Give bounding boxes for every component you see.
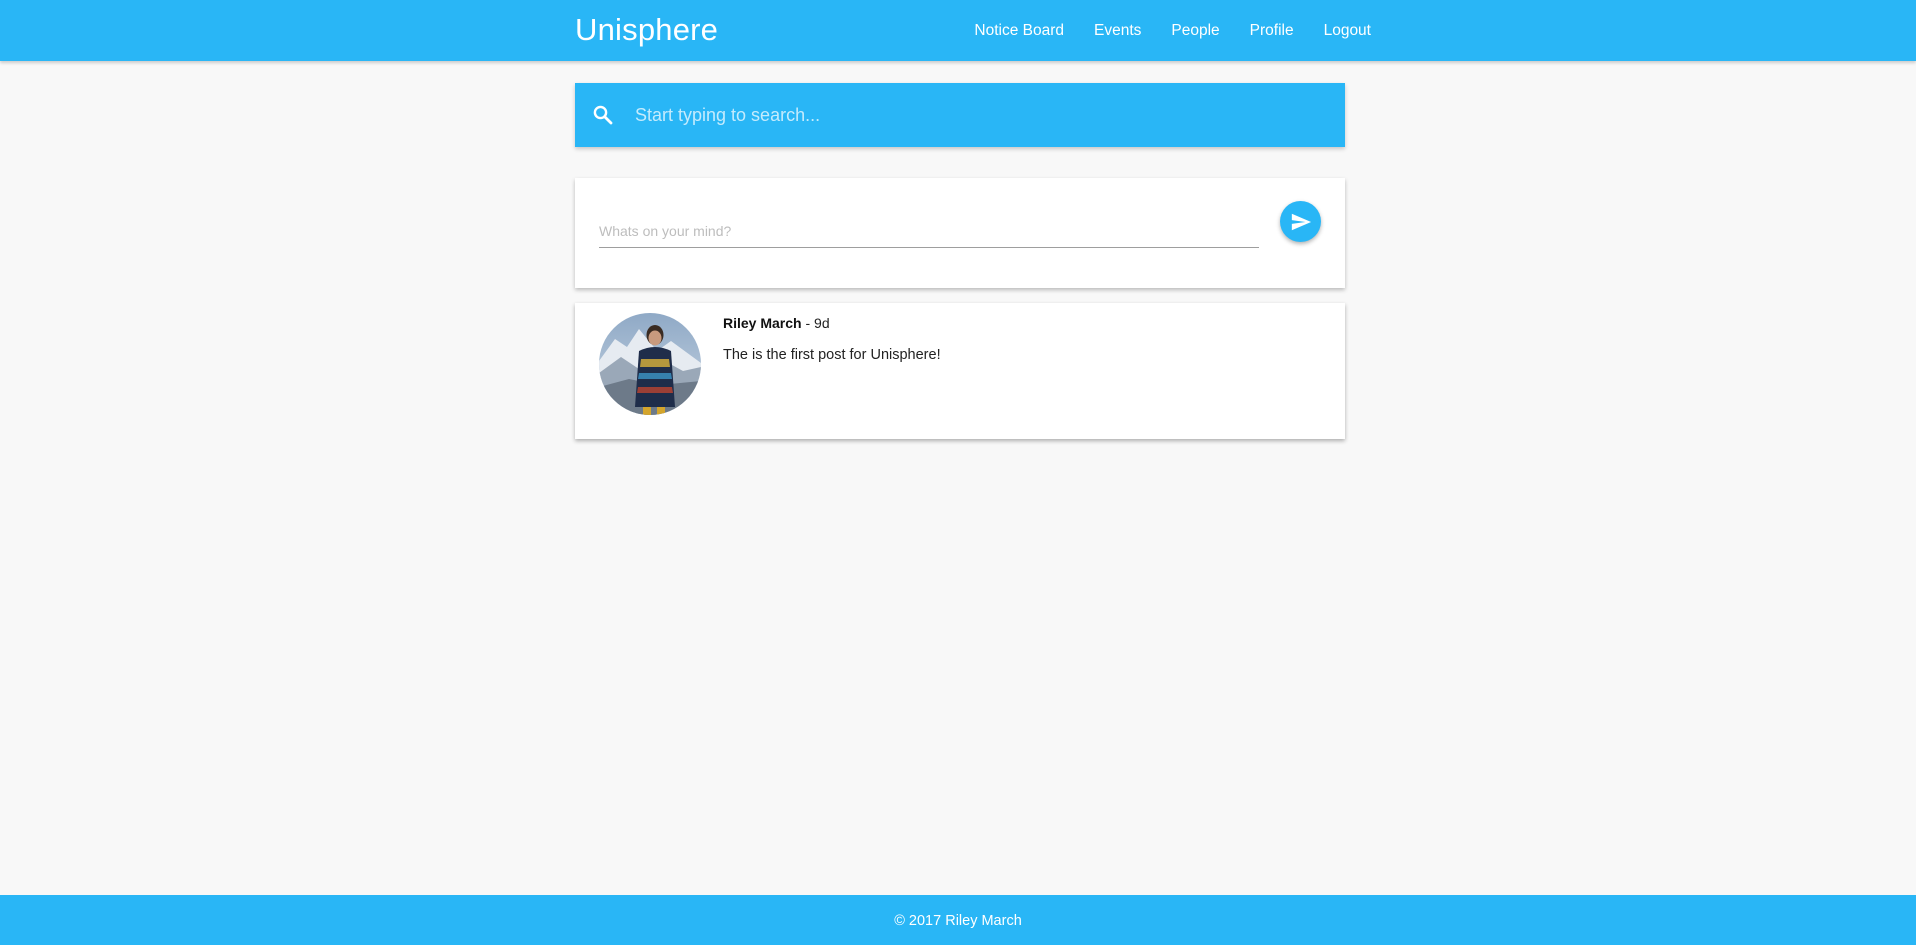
send-post-button[interactable] [1280, 201, 1321, 242]
nav-item-notice-board[interactable]: Notice Board [974, 22, 1064, 40]
post-meta-separator: - [801, 315, 815, 331]
nav-item-people[interactable]: People [1171, 22, 1219, 40]
nav-item-logout[interactable]: Logout [1324, 22, 1371, 40]
post-meta: Riley March - 9d [723, 315, 830, 331]
nav-item-profile[interactable]: Profile [1250, 22, 1294, 40]
page-footer: © 2017 Riley March [0, 895, 1916, 945]
post-body-text: The is the first post for Unisphere! [723, 347, 941, 363]
search-icon[interactable] [591, 103, 615, 127]
post-card: Riley March - 9d The is the first post f… [575, 303, 1345, 439]
brand-logo-link[interactable]: Unisphere [575, 12, 718, 48]
post-author-name[interactable]: Riley March [723, 315, 802, 331]
send-icon [1291, 213, 1311, 230]
author-avatar[interactable] [599, 313, 701, 415]
main-nav: Notice Board Events People Profile Logou… [974, 0, 1371, 61]
nav-item-events[interactable]: Events [1094, 22, 1141, 40]
footer-copyright: © 2017 Riley March [894, 913, 1022, 929]
page: Unisphere Notice Board Events People Pro… [0, 0, 1916, 945]
post-input[interactable] [599, 214, 1259, 248]
top-navbar: Unisphere Notice Board Events People Pro… [0, 0, 1916, 61]
search-input[interactable] [635, 97, 1325, 133]
post-age: 9d [814, 315, 830, 331]
post-composer-card [575, 178, 1345, 288]
search-bar [575, 83, 1345, 147]
